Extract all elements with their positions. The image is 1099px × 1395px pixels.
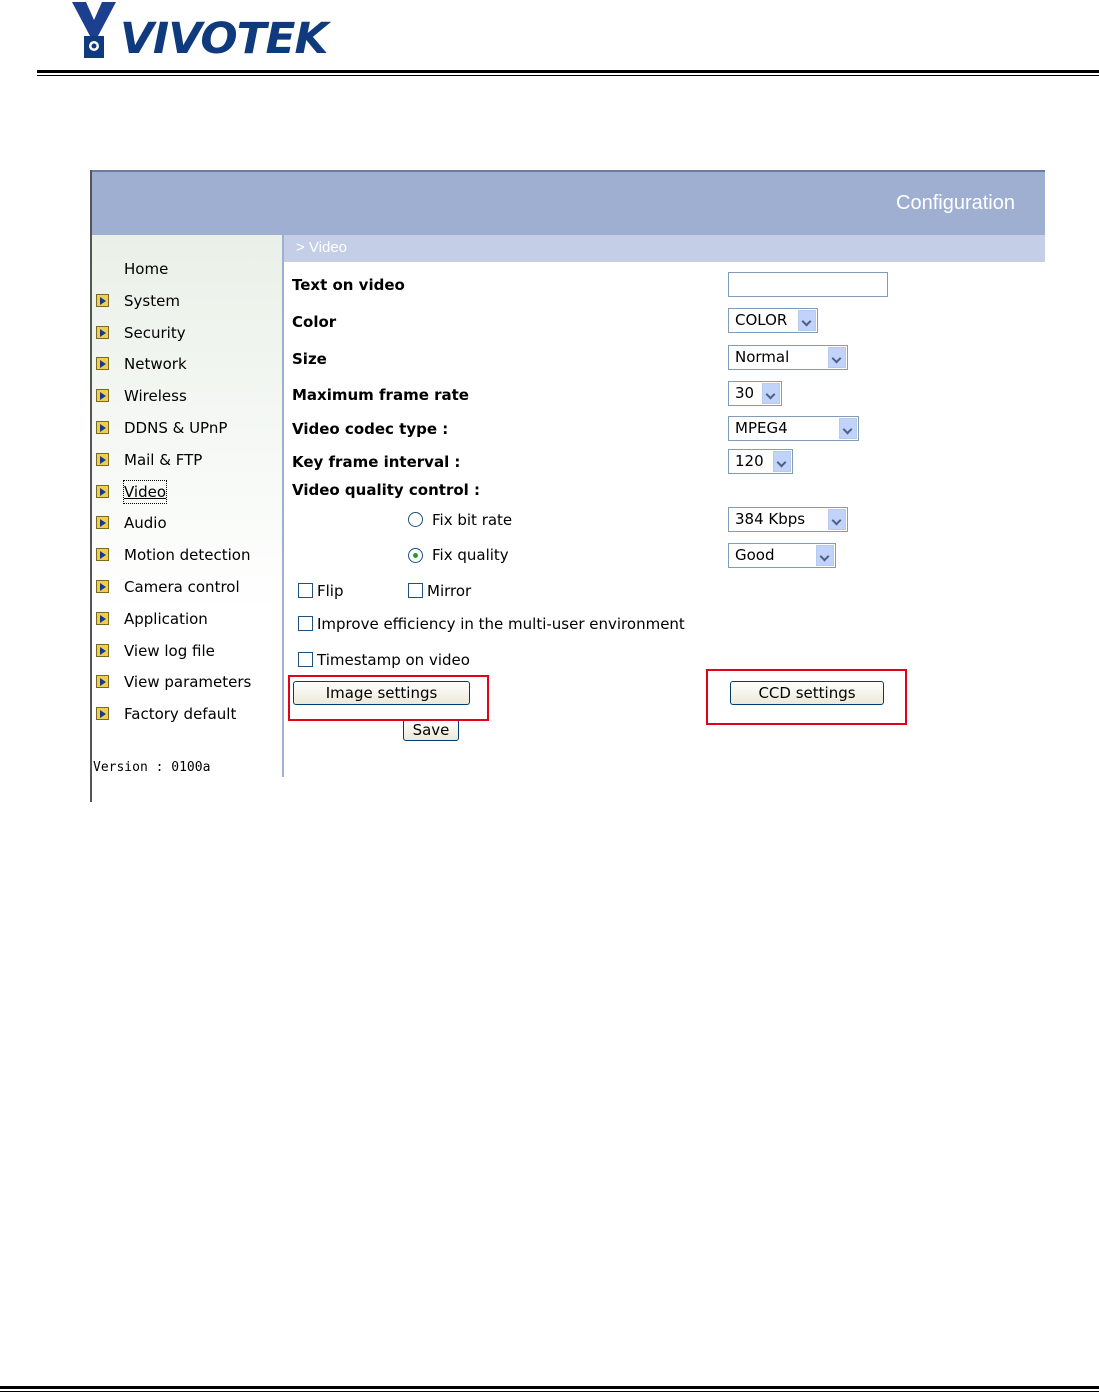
improve-efficiency-checkbox[interactable] bbox=[298, 616, 313, 631]
chevron-down-icon[interactable] bbox=[773, 451, 791, 472]
max-frame-rate-label: Maximum frame rate bbox=[292, 386, 469, 404]
arrow-right-icon bbox=[96, 421, 109, 434]
top-rule-thin bbox=[37, 75, 1099, 76]
arrow-right-icon bbox=[96, 675, 109, 688]
size-value: Normal bbox=[735, 348, 790, 366]
breadcrumb-text: > Video bbox=[296, 239, 348, 256]
arrow-right-icon bbox=[96, 453, 109, 466]
arrow-right-icon bbox=[96, 516, 109, 529]
improve-efficiency-label: Improve efficiency in the multi-user env… bbox=[317, 615, 685, 633]
size-label: Size bbox=[292, 350, 327, 368]
save-button[interactable]: Save bbox=[403, 719, 459, 741]
arrow-right-icon bbox=[96, 644, 109, 657]
sidebar-item-label: Factory default bbox=[124, 705, 237, 723]
fix-bit-rate-radio[interactable] bbox=[408, 512, 423, 527]
max-frame-rate-value: 30 bbox=[735, 384, 755, 402]
color-label: Color bbox=[292, 313, 337, 331]
text-on-video-label: Text on video bbox=[292, 276, 405, 294]
sidebar-item-label: System bbox=[124, 292, 180, 310]
arrow-right-icon bbox=[96, 485, 109, 498]
sidebar bbox=[92, 235, 282, 777]
bottom-rule bbox=[0, 1386, 1099, 1389]
fix-bit-rate-label: Fix bit rate bbox=[432, 511, 513, 529]
codec-select[interactable]: MPEG4 bbox=[728, 416, 859, 441]
sidebar-item-label: Application bbox=[124, 610, 208, 628]
timestamp-label: Timestamp on video bbox=[317, 651, 470, 669]
text-on-video-input[interactable] bbox=[728, 272, 888, 297]
arrow-right-icon bbox=[96, 326, 109, 339]
arrow-right-icon bbox=[96, 357, 109, 370]
fix-quality-label: Fix quality bbox=[432, 546, 509, 564]
sidebar-item-label: DDNS & UPnP bbox=[124, 419, 228, 437]
frame-top-border bbox=[90, 170, 1045, 172]
size-select[interactable]: Normal bbox=[728, 345, 848, 370]
chevron-down-icon[interactable] bbox=[762, 383, 780, 404]
sidebar-item-label: Mail & FTP bbox=[124, 451, 203, 469]
key-frame-label: Key frame interval : bbox=[292, 453, 461, 471]
bottom-rule-thin bbox=[0, 1391, 1099, 1392]
flip-label: Flip bbox=[317, 582, 344, 600]
arrow-right-icon bbox=[96, 580, 109, 593]
chevron-down-icon[interactable] bbox=[828, 509, 846, 530]
sidebar-item-label: Network bbox=[124, 355, 187, 373]
vivotek-logo: VIVOTEK bbox=[68, 0, 338, 62]
color-value: COLOR bbox=[735, 311, 788, 329]
mirror-checkbox[interactable] bbox=[408, 583, 423, 598]
version-text: Version : 0100a bbox=[93, 760, 211, 775]
quality-select[interactable]: Good bbox=[728, 543, 836, 568]
brand-name: VIVOTEK bbox=[119, 14, 328, 64]
sidebar-item-label: Audio bbox=[124, 514, 167, 532]
bit-rate-value: 384 Kbps bbox=[735, 510, 806, 528]
quality-control-label: Video quality control : bbox=[292, 481, 481, 499]
arrow-right-icon bbox=[96, 389, 109, 402]
color-select[interactable]: COLOR bbox=[728, 308, 818, 333]
sidebar-item-label: Video bbox=[122, 480, 168, 504]
chevron-down-icon[interactable] bbox=[828, 347, 846, 368]
bit-rate-select[interactable]: 384 Kbps bbox=[728, 507, 848, 532]
chevron-down-icon[interactable] bbox=[816, 545, 834, 566]
arrow-right-icon bbox=[96, 548, 109, 561]
sidebar-item-label: Motion detection bbox=[124, 546, 251, 564]
timestamp-checkbox[interactable] bbox=[298, 652, 313, 667]
flip-checkbox[interactable] bbox=[298, 583, 313, 598]
arrow-right-icon bbox=[96, 612, 109, 625]
sidebar-item-label: View log file bbox=[124, 642, 215, 660]
sidebar-divider bbox=[282, 235, 284, 777]
breadcrumb: > Video bbox=[284, 235, 1045, 262]
codec-value: MPEG4 bbox=[735, 419, 788, 437]
sidebar-item-label: Home bbox=[124, 260, 169, 278]
max-frame-rate-select[interactable]: 30 bbox=[728, 381, 782, 406]
quality-value: Good bbox=[735, 546, 775, 564]
key-frame-select[interactable]: 120 bbox=[728, 449, 793, 474]
config-header: Configuration bbox=[92, 172, 1045, 235]
sidebar-item-label: Security bbox=[124, 324, 186, 342]
arrow-right-icon bbox=[96, 707, 109, 720]
page-title: Configuration bbox=[896, 192, 1015, 214]
sidebar-item-label: View parameters bbox=[124, 673, 252, 691]
logo-camera-icon bbox=[72, 2, 116, 58]
sidebar-item-label: Camera control bbox=[124, 578, 240, 596]
codec-label: Video codec type : bbox=[292, 420, 449, 438]
key-frame-value: 120 bbox=[735, 452, 764, 470]
fix-quality-radio[interactable] bbox=[408, 548, 423, 563]
highlight-image-settings bbox=[288, 675, 489, 721]
chevron-down-icon[interactable] bbox=[798, 310, 816, 331]
highlight-ccd-settings bbox=[706, 669, 907, 725]
top-rule bbox=[37, 70, 1099, 73]
sidebar-item-label: Wireless bbox=[124, 387, 187, 405]
chevron-down-icon[interactable] bbox=[839, 418, 857, 439]
arrow-right-icon bbox=[96, 294, 109, 307]
mirror-label: Mirror bbox=[427, 582, 472, 600]
